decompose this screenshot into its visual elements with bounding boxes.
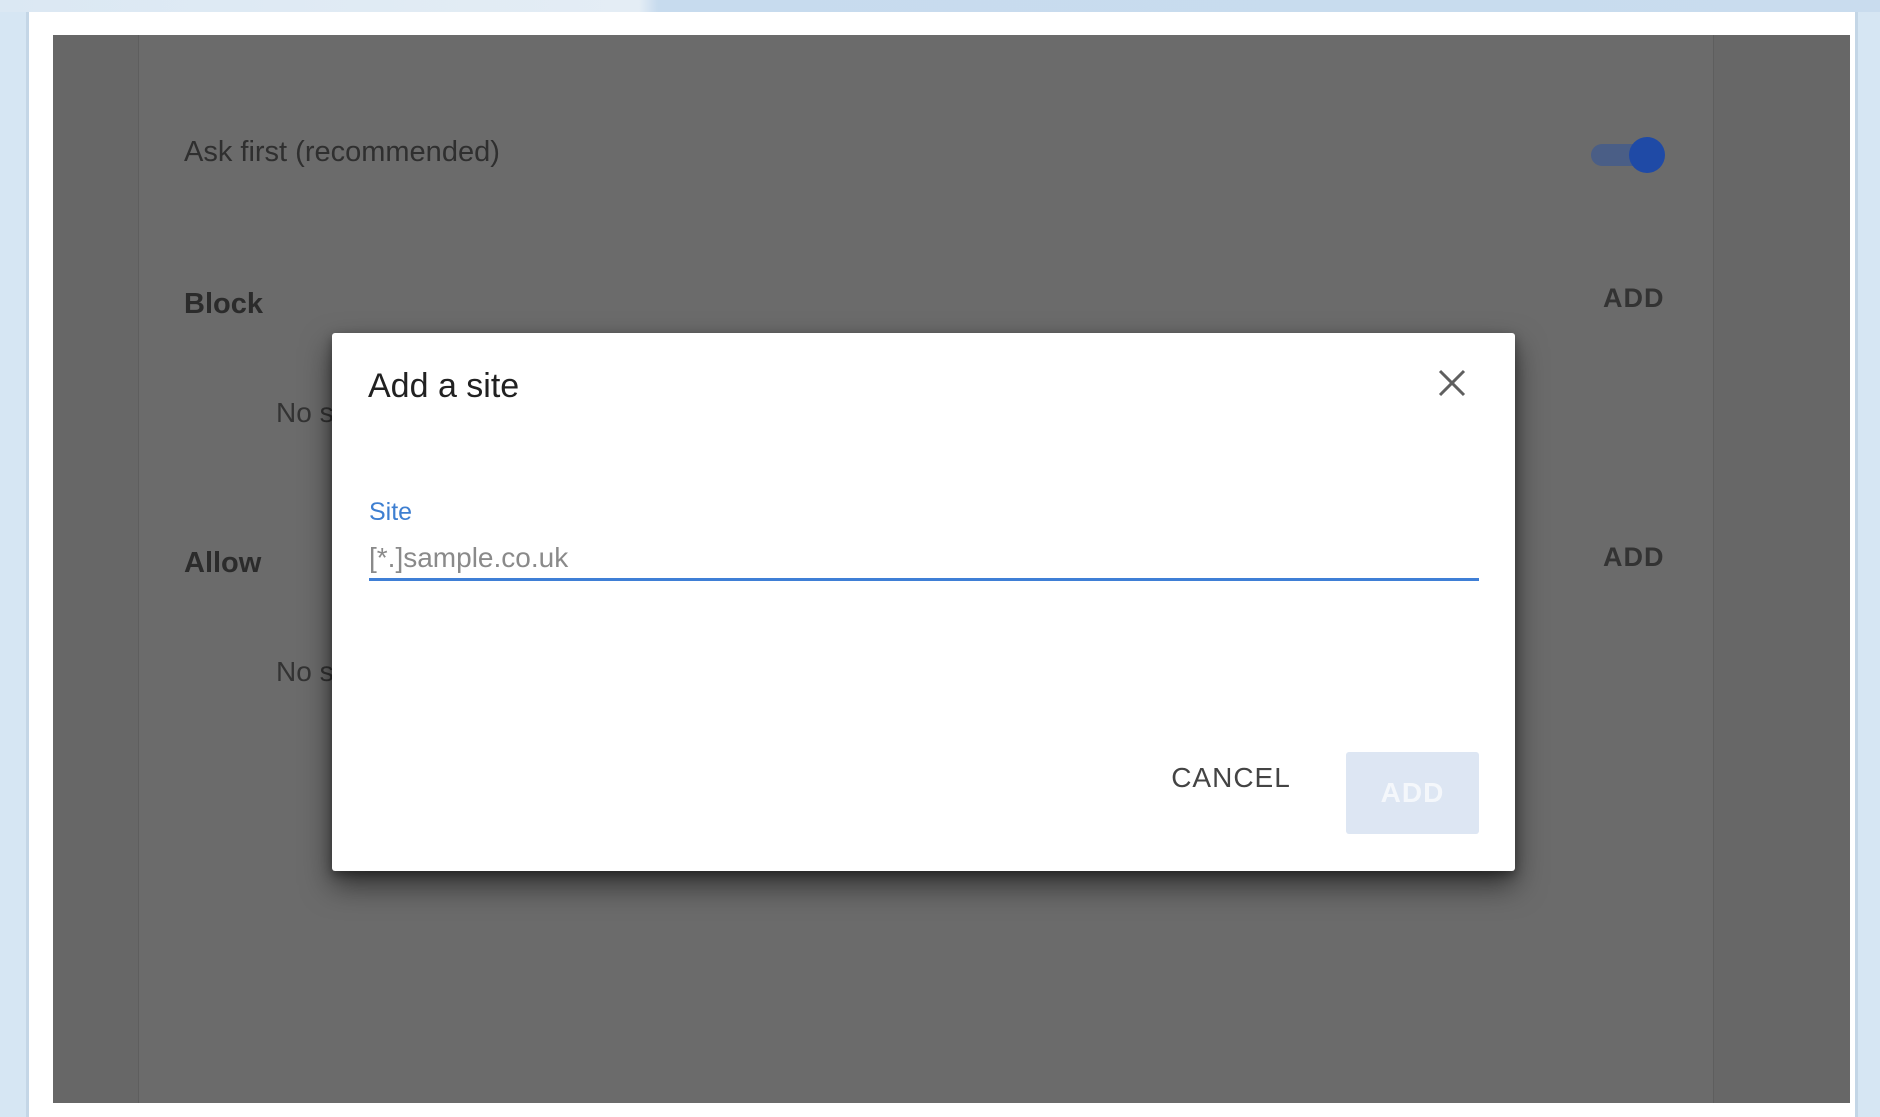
window-top-strip <box>0 0 1880 12</box>
add-button[interactable]: ADD <box>1346 752 1479 834</box>
site-input[interactable] <box>369 537 1479 581</box>
dialog-title: Add a site <box>368 367 520 405</box>
block-empty-text: No s <box>276 397 334 428</box>
allow-section-label: Allow <box>184 547 262 579</box>
allow-empty-text: No s <box>276 656 334 687</box>
ask-first-label: Ask first (recommended) <box>184 136 500 168</box>
block-add-button[interactable]: ADD <box>1603 283 1665 314</box>
site-field-label: Site <box>369 498 413 526</box>
ask-first-toggle[interactable] <box>1591 137 1665 173</box>
close-icon[interactable] <box>1432 363 1472 403</box>
block-section-label: Block <box>184 288 263 320</box>
add-site-dialog: Add a site Site CANCEL ADD <box>332 333 1515 871</box>
cancel-button[interactable]: CANCEL <box>1156 750 1306 806</box>
toggle-thumb <box>1629 137 1665 173</box>
allow-add-button[interactable]: ADD <box>1603 542 1665 573</box>
